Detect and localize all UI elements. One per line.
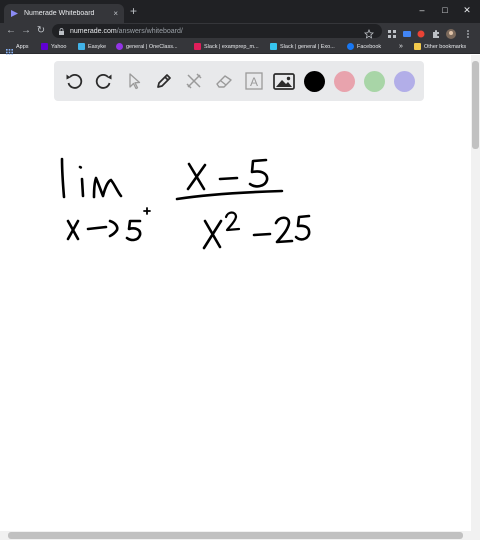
back-button[interactable]: ← [4,24,18,38]
text-tool-button[interactable]: A [243,70,265,92]
image-tool-button[interactable] [273,70,295,92]
ink-stroke [175,189,284,201]
bookmark-other[interactable]: Other bookmarks [414,42,466,51]
ink-stroke [80,177,85,198]
extension-red-icon[interactable] [416,26,426,38]
address-bar[interactable]: numerade.com /answers/whiteboard/ [52,24,382,38]
horizontal-scroll-thumb[interactable] [8,532,463,539]
color-swatch-green[interactable] [364,71,385,92]
color-swatch-pink[interactable] [334,71,355,92]
ink-stroke [252,232,272,237]
bookmark-yahoo[interactable]: Yahoo [41,42,67,51]
select-pointer-icon [129,73,141,90]
bookmarks-overflow-button[interactable]: » [399,42,403,51]
eraser-tool-button[interactable] [213,70,235,92]
easyke-icon [78,43,85,50]
browser-toolbar: ← → ↻ numerade.com /answers/whiteboard/ [0,23,480,39]
url-path: /answers/whiteboard/ [116,27,183,35]
apps-grid-icon [6,43,13,56]
undo-icon [66,74,83,89]
bookmarks-bar: Apps Yahoo Easyke general | OneClass... … [0,39,480,56]
browser-tab[interactable]: Numerade Whiteboard × [4,4,124,23]
bookmark-slack-general[interactable]: Slack | general | Exo... [270,42,335,51]
image-icon [273,73,295,90]
ink-stroke [224,211,241,232]
color-swatch-purple[interactable] [394,71,415,92]
redo-icon [95,74,112,89]
browser-menu-icon[interactable] [463,26,473,38]
minimize-button[interactable]: – [414,3,430,17]
slack-icon [194,43,201,50]
vertical-scroll-thumb[interactable] [472,61,479,149]
url-host: numerade.com [70,27,117,35]
ink-stroke [274,216,294,244]
text-icon: A [245,72,263,90]
color-swatch-black[interactable] [304,71,325,92]
handwriting-strokes [60,157,311,250]
ink-stroke [218,176,239,181]
select-tool-button[interactable] [123,70,145,92]
folder-icon [414,43,421,50]
ink-stroke [108,219,119,238]
yahoo-icon [41,43,48,50]
eraser-icon [216,75,232,88]
oneclass-icon [116,43,123,50]
profile-avatar[interactable] [446,26,456,39]
vertical-scrollbar[interactable] [471,55,480,531]
slack-icon [270,43,277,50]
text-tool-glyph: A [250,75,258,89]
forward-button[interactable]: → [19,24,33,38]
redo-button[interactable] [93,70,115,92]
pen-tool-button[interactable] [153,70,175,92]
lock-icon [58,27,65,35]
star-bookmark-icon[interactable] [364,26,374,39]
browser-titlebar: Numerade Whiteboard × + – □ ✕ [0,0,480,23]
ink-stroke [248,158,269,188]
ink-stroke [186,162,207,191]
ink-stroke [86,225,108,231]
undo-button[interactable] [63,70,85,92]
ink-stroke [202,219,223,250]
tab-title: Numerade Whiteboard [24,10,95,17]
extensions-puzzle-icon[interactable] [431,26,441,38]
numerade-favicon-icon [10,9,19,18]
close-window-button[interactable]: ✕ [459,3,475,17]
extension-grid-icon[interactable] [387,26,397,38]
facebook-icon [347,43,354,50]
bookmark-oneclass[interactable]: general | OneClass... [116,42,178,51]
tab-close-icon[interactable]: × [113,9,118,18]
maximize-button[interactable]: □ [437,3,453,17]
tools-button[interactable] [183,70,205,92]
ink-group [60,157,311,250]
ink-stroke [66,219,80,241]
extension-blue-icon[interactable] [402,26,412,37]
pen-icon [157,74,171,88]
bookmark-slack-examprep[interactable]: Slack | examprep_m... [194,42,259,51]
ink-stroke [60,157,66,199]
ink-stroke [294,214,311,241]
horizontal-scrollbar[interactable] [0,531,480,540]
bookmark-facebook[interactable]: Facebook [347,42,381,51]
ink-stroke [92,176,123,199]
ink-stroke [143,207,151,215]
bookmark-easyke[interactable]: Easyke [78,42,106,51]
bookmark-apps[interactable]: Apps [6,42,29,56]
ink-stroke [125,219,142,242]
whiteboard-toolbar: A [54,61,424,101]
tools-icon [186,73,202,89]
reload-button[interactable]: ↻ [34,24,48,38]
new-tab-button[interactable]: + [130,5,137,17]
